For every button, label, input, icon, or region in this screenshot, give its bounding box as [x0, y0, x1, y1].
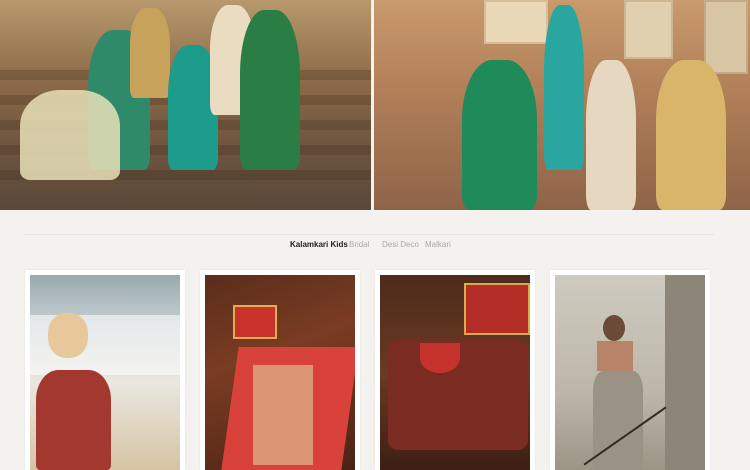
gallery-image[interactable] — [555, 275, 705, 470]
hero-photo-left — [0, 0, 371, 210]
gallery-image[interactable] — [205, 275, 355, 470]
gallery-image[interactable] — [380, 275, 530, 470]
tab-desi-deco[interactable]: Desi Deco — [382, 240, 419, 249]
tab-kalamkari-kids[interactable]: Kalamkari Kids — [290, 240, 348, 249]
gallery-item[interactable] — [550, 270, 710, 470]
tab-malkari[interactable]: Malkari — [425, 240, 451, 249]
gallery-image[interactable] — [30, 275, 180, 470]
hero-photo-right — [374, 0, 750, 210]
hero-banner — [0, 0, 750, 210]
gallery-item[interactable] — [375, 270, 535, 470]
tab-bridal[interactable]: Bridal — [349, 240, 369, 249]
gallery-item[interactable] — [25, 270, 185, 470]
gallery-item[interactable] — [200, 270, 360, 470]
